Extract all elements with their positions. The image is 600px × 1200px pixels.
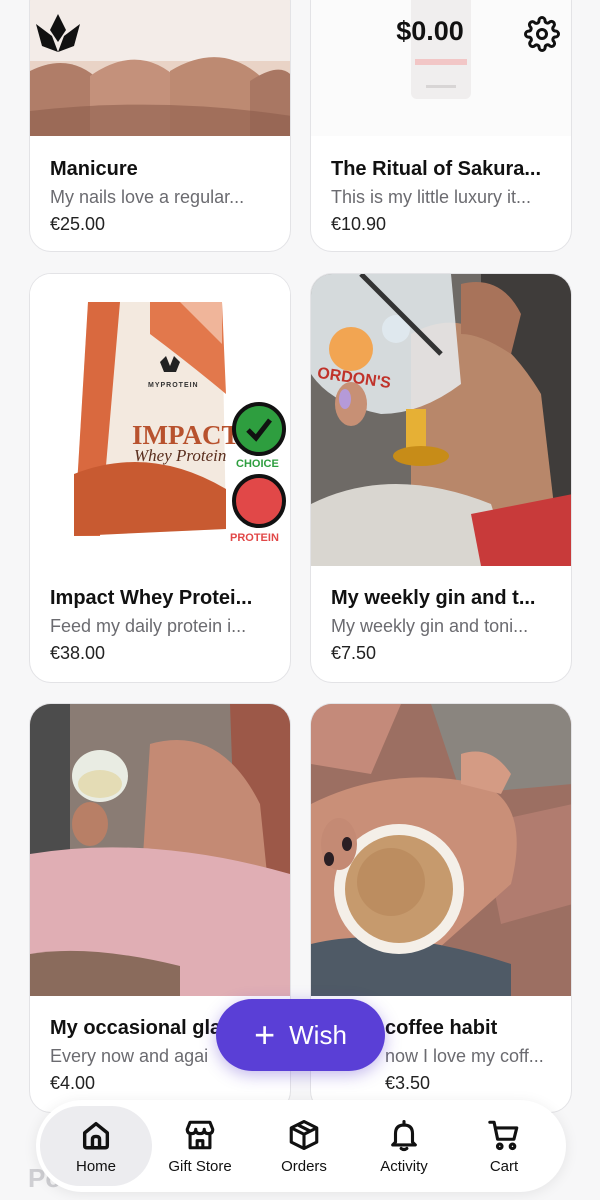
app-header: $0.00 — [0, 0, 600, 72]
tab-cart[interactable]: Cart — [448, 1106, 560, 1186]
product-card[interactable]: ORDON'S My weekly gin and t... My weekly… — [310, 273, 572, 683]
product-title: The Ritual of Sakura... — [331, 158, 542, 180]
product-description: Feed my daily protein i... — [50, 616, 247, 636]
bottom-tab-bar: Home Gift Store Orders Activity Cart — [36, 1100, 566, 1192]
side-brand-label: MYPROTEIN — [64, 405, 74, 472]
product-image: MYPROTEIN IMPACT Whey Protein MYPROTEIN … — [30, 274, 290, 566]
product-title: My weekly gin and t... — [331, 587, 536, 609]
bell-icon — [391, 1119, 417, 1151]
product-image: ORDON'S — [311, 274, 571, 566]
product-description: now I love my coff... — [385, 1046, 544, 1066]
wish-button[interactable]: + Wish — [216, 999, 385, 1071]
brand-label: MYPROTEIN — [148, 382, 199, 389]
tab-home[interactable]: Home — [40, 1106, 152, 1186]
product-title: Manicure — [50, 158, 138, 180]
tab-label: Cart — [489, 1157, 519, 1175]
product-card[interactable]: MYPROTEIN IMPACT Whey Protein MYPROTEIN … — [29, 273, 291, 683]
product-image — [30, 704, 290, 996]
tab-activity[interactable]: Activity — [348, 1106, 460, 1186]
tab-label: Gift Store — [168, 1157, 232, 1175]
tab-label: Home — [75, 1157, 116, 1175]
gear-icon[interactable] — [520, 12, 564, 56]
product-title: coffee habit — [385, 1017, 498, 1039]
product-description: This is my little luxury it... — [331, 187, 532, 207]
home-icon — [82, 1121, 110, 1149]
product-price: €10.90 — [331, 214, 387, 234]
product-subname-label: Whey Protein — [134, 446, 227, 465]
product-price: €7.50 — [331, 643, 377, 663]
store-icon — [185, 1120, 215, 1149]
tab-label: Orders — [281, 1157, 327, 1175]
product-title: Impact Whey Protei... — [50, 587, 253, 609]
product-description: My nails love a regular... — [50, 187, 245, 207]
product-price: €4.00 — [50, 1073, 96, 1093]
product-price: €25.00 — [50, 214, 106, 234]
informed-choice-badge — [232, 402, 286, 456]
protein-label: PROTEIN — [230, 532, 279, 544]
informed-protein-badge — [232, 474, 286, 528]
product-description: My weekly gin and toni... — [331, 616, 529, 636]
tab-orders[interactable]: Orders — [248, 1106, 360, 1186]
box-icon — [289, 1119, 319, 1150]
product-image — [311, 704, 571, 996]
choice-label: CHOICE — [236, 458, 279, 470]
plus-icon: + — [254, 1014, 276, 1055]
crown-logo-icon[interactable] — [30, 12, 86, 56]
wish-button-label: Wish — [289, 1019, 347, 1050]
wallet-balance[interactable]: $0.00 — [360, 16, 500, 47]
product-price: €38.00 — [50, 643, 106, 663]
tab-gift-store[interactable]: Gift Store — [144, 1106, 256, 1186]
cart-icon — [488, 1120, 519, 1150]
product-price: €3.50 — [385, 1073, 431, 1093]
tab-label: Activity — [380, 1157, 428, 1175]
